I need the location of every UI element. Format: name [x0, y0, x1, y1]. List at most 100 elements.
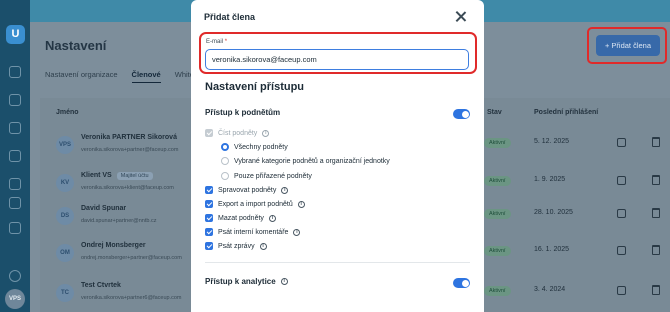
radio-all-reports[interactable]: Všechny podněty — [221, 143, 288, 151]
reports-icon[interactable] — [9, 94, 21, 106]
edit-icon[interactable] — [617, 138, 626, 147]
email-label: E-mail * — [206, 39, 227, 45]
member-name: David Spunar — [81, 205, 126, 212]
delete-icon[interactable] — [652, 137, 660, 147]
member-name-text: Ondrej Monsberger — [81, 242, 146, 249]
info-icon[interactable]: i — [268, 214, 276, 222]
permission-manage-reports[interactable]: Spravovat podněty i — [205, 186, 289, 194]
member-email: david.spunar+partner@nntb.cz — [81, 218, 157, 224]
help-icon[interactable] — [9, 270, 21, 282]
info-icon[interactable]: i — [293, 228, 301, 236]
required-mark: * — [224, 39, 228, 45]
avatar: TC — [56, 284, 74, 302]
status-badge: Aktivní — [484, 138, 511, 148]
delete-icon[interactable] — [652, 285, 660, 295]
permission-delete-reports[interactable]: Mazat podněty i — [205, 214, 276, 222]
column-status[interactable]: Stav — [487, 109, 502, 116]
analytics-icon[interactable] — [9, 122, 21, 134]
last-login: 3. 4. 2024 — [534, 286, 566, 293]
column-name[interactable]: Jméno — [56, 109, 79, 116]
checkbox[interactable] — [205, 200, 213, 208]
radio-selected-categories[interactable]: Vybrané kategorie podnětů a organizační … — [221, 157, 390, 165]
last-login: 16. 1. 2025 — [534, 246, 570, 253]
user-avatar[interactable]: VPS — [5, 289, 25, 309]
access-settings-title: Nastavení přístupu — [205, 81, 305, 93]
member-name-text: Veronika PARTNER Sikorová — [81, 134, 177, 141]
close-icon[interactable] — [455, 11, 467, 23]
app-logo[interactable]: U — [6, 25, 25, 44]
permission-label: Mazat podněty — [218, 214, 264, 222]
home-icon[interactable] — [9, 66, 21, 78]
status-badge: Aktivní — [484, 246, 511, 256]
member-name: Test Ctvrtek — [81, 282, 121, 289]
analytics-access-title: Přístup k analytice i — [205, 277, 288, 286]
status-badge: Aktivní — [484, 176, 511, 186]
radio-button[interactable] — [221, 172, 229, 180]
radio-assigned-only[interactable]: Pouze přiřazené podněty — [221, 172, 312, 180]
info-icon[interactable]: i — [259, 242, 267, 250]
info-icon[interactable]: i — [297, 200, 305, 208]
member-name: Ondrej Monsberger — [81, 242, 146, 249]
delete-icon[interactable] — [652, 208, 660, 218]
checkbox[interactable] — [205, 214, 213, 222]
edit-icon[interactable] — [617, 209, 626, 218]
status-badge: Aktivní — [484, 209, 511, 219]
edit-icon[interactable] — [617, 246, 626, 255]
monitor-icon[interactable] — [9, 178, 21, 190]
reports-access-toggle[interactable] — [453, 109, 470, 119]
member-name-text: Klient VS — [81, 172, 112, 179]
radio-button-selected[interactable] — [221, 143, 229, 151]
member-name: Veronika PARTNER Sikorová — [81, 134, 177, 141]
radio-label: Pouze přiřazené podněty — [234, 172, 312, 180]
info-icon[interactable]: i — [280, 278, 288, 285]
more-icon[interactable] — [9, 222, 21, 234]
modal-title: Přidat člena — [204, 12, 256, 22]
radio-label: Vybrané kategorie podnětů a organizační … — [234, 157, 390, 165]
permission-label: Export a import podnětů — [218, 200, 293, 208]
status-badge: Aktivní — [484, 286, 511, 296]
reports-access-title: Přístup k podnětům — [205, 108, 281, 117]
email-label-text: E-mail — [206, 39, 224, 45]
permission-label: Spravovat podněty — [218, 186, 277, 194]
permission-write-messages[interactable]: Psát zprávy i — [205, 242, 267, 250]
analytics-access-label: Přístup k analytice — [205, 277, 276, 286]
radio-button[interactable] — [221, 157, 229, 165]
last-login: 28. 10. 2025 — [534, 209, 573, 216]
page-title: Nastavení — [45, 38, 107, 53]
tab-members[interactable]: Členové — [131, 70, 161, 83]
member-email: ondrej.monsberger+partner@faceup.com — [81, 255, 182, 261]
permission-internal-comments[interactable]: Psát interní komentáře i — [205, 228, 301, 236]
checkbox[interactable] — [205, 242, 213, 250]
checkbox[interactable] — [205, 228, 213, 236]
member-email: veronika.sikorova+partner6@faceup.com — [81, 295, 182, 301]
delete-icon[interactable] — [652, 175, 660, 185]
member-name-text: Test Ctvrtek — [81, 282, 121, 289]
email-field[interactable] — [205, 49, 469, 70]
inbox-icon[interactable] — [9, 150, 21, 162]
highlight-frame-add-button — [587, 27, 667, 64]
redirect-icon[interactable] — [9, 197, 21, 209]
read-reports-checkbox — [205, 129, 213, 137]
checkbox[interactable] — [205, 186, 213, 194]
avatar: DS — [56, 207, 74, 225]
member-name: Klient VS Majitel účtu — [81, 172, 153, 180]
permission-label: Psát zprávy — [218, 242, 255, 250]
last-login: 1. 9. 2025 — [534, 176, 566, 183]
delete-icon[interactable] — [652, 245, 660, 255]
radio-label: Všechny podněty — [234, 143, 288, 151]
avatar: OM — [56, 244, 74, 262]
tab-organization[interactable]: Nastavení organizace — [45, 70, 118, 83]
permission-export-import[interactable]: Export a import podnětů i — [205, 200, 305, 208]
column-last-login[interactable]: Poslední přihlášení — [534, 109, 598, 116]
member-email: veronika.sikorova+klient@faceup.com — [81, 185, 174, 191]
read-reports-label: Číst podněty — [218, 129, 258, 137]
info-icon[interactable]: i — [281, 186, 289, 194]
sidebar: U VPS — [0, 0, 30, 312]
info-icon[interactable]: i — [262, 129, 270, 137]
edit-icon[interactable] — [617, 286, 626, 295]
member-email: veronika.sikorova+partner@faceup.com — [81, 147, 179, 153]
analytics-access-toggle[interactable] — [453, 278, 470, 288]
owner-badge: Majitel účtu — [116, 172, 153, 180]
edit-icon[interactable] — [617, 176, 626, 185]
avatar: KV — [56, 174, 74, 192]
